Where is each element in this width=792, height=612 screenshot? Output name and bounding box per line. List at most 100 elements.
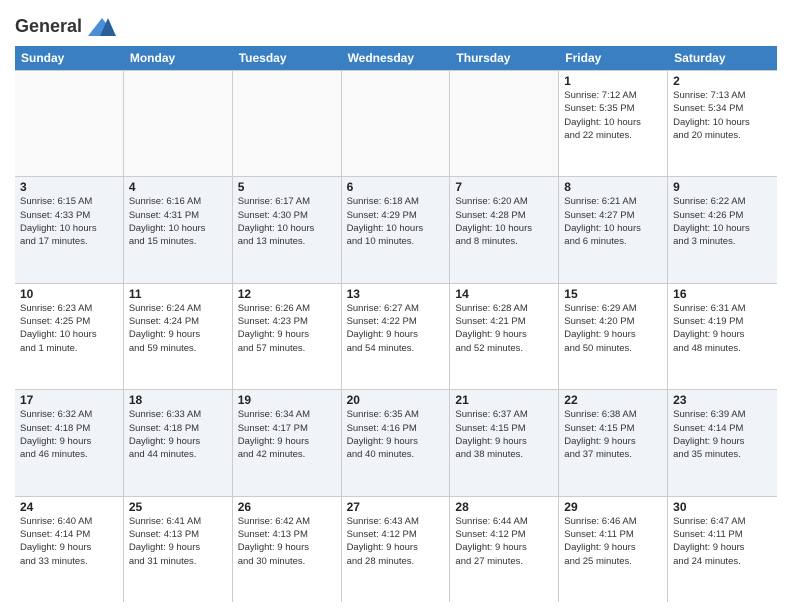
header-day-monday: Monday bbox=[124, 46, 233, 70]
day-number: 17 bbox=[20, 393, 118, 407]
day-info: Sunrise: 7:13 AMSunset: 5:34 PMDaylight:… bbox=[673, 89, 772, 142]
day-cell-26: 26Sunrise: 6:42 AMSunset: 4:13 PMDayligh… bbox=[233, 497, 342, 602]
day-number: 14 bbox=[455, 287, 553, 301]
day-info: Sunrise: 6:20 AMSunset: 4:28 PMDaylight:… bbox=[455, 195, 553, 248]
day-cell-12: 12Sunrise: 6:26 AMSunset: 4:23 PMDayligh… bbox=[233, 284, 342, 389]
empty-cell bbox=[233, 71, 342, 176]
day-info: Sunrise: 6:39 AMSunset: 4:14 PMDaylight:… bbox=[673, 408, 772, 461]
day-cell-21: 21Sunrise: 6:37 AMSunset: 4:15 PMDayligh… bbox=[450, 390, 559, 495]
header-day-sunday: Sunday bbox=[15, 46, 124, 70]
day-number: 2 bbox=[673, 74, 772, 88]
day-cell-9: 9Sunrise: 6:22 AMSunset: 4:26 PMDaylight… bbox=[668, 177, 777, 282]
day-info: Sunrise: 6:46 AMSunset: 4:11 PMDaylight:… bbox=[564, 515, 662, 568]
logo: General bbox=[15, 14, 118, 40]
day-cell-27: 27Sunrise: 6:43 AMSunset: 4:12 PMDayligh… bbox=[342, 497, 451, 602]
day-info: Sunrise: 6:29 AMSunset: 4:20 PMDaylight:… bbox=[564, 302, 662, 355]
day-number: 7 bbox=[455, 180, 553, 194]
day-cell-22: 22Sunrise: 6:38 AMSunset: 4:15 PMDayligh… bbox=[559, 390, 668, 495]
calendar-body: 1Sunrise: 7:12 AMSunset: 5:35 PMDaylight… bbox=[15, 70, 777, 602]
logo-icon bbox=[86, 16, 118, 40]
day-number: 21 bbox=[455, 393, 553, 407]
calendar: SundayMondayTuesdayWednesdayThursdayFrid… bbox=[15, 46, 777, 602]
day-info: Sunrise: 6:33 AMSunset: 4:18 PMDaylight:… bbox=[129, 408, 227, 461]
day-cell-6: 6Sunrise: 6:18 AMSunset: 4:29 PMDaylight… bbox=[342, 177, 451, 282]
day-number: 18 bbox=[129, 393, 227, 407]
day-info: Sunrise: 6:16 AMSunset: 4:31 PMDaylight:… bbox=[129, 195, 227, 248]
day-info: Sunrise: 6:18 AMSunset: 4:29 PMDaylight:… bbox=[347, 195, 445, 248]
day-info: Sunrise: 6:41 AMSunset: 4:13 PMDaylight:… bbox=[129, 515, 227, 568]
day-info: Sunrise: 6:21 AMSunset: 4:27 PMDaylight:… bbox=[564, 195, 662, 248]
day-number: 6 bbox=[347, 180, 445, 194]
day-cell-24: 24Sunrise: 6:40 AMSunset: 4:14 PMDayligh… bbox=[15, 497, 124, 602]
day-cell-14: 14Sunrise: 6:28 AMSunset: 4:21 PMDayligh… bbox=[450, 284, 559, 389]
day-number: 13 bbox=[347, 287, 445, 301]
day-number: 12 bbox=[238, 287, 336, 301]
day-number: 5 bbox=[238, 180, 336, 194]
week-row-5: 24Sunrise: 6:40 AMSunset: 4:14 PMDayligh… bbox=[15, 497, 777, 602]
day-cell-29: 29Sunrise: 6:46 AMSunset: 4:11 PMDayligh… bbox=[559, 497, 668, 602]
empty-cell bbox=[450, 71, 559, 176]
day-cell-20: 20Sunrise: 6:35 AMSunset: 4:16 PMDayligh… bbox=[342, 390, 451, 495]
header: General bbox=[15, 10, 777, 40]
day-info: Sunrise: 6:47 AMSunset: 4:11 PMDaylight:… bbox=[673, 515, 772, 568]
day-info: Sunrise: 6:31 AMSunset: 4:19 PMDaylight:… bbox=[673, 302, 772, 355]
day-info: Sunrise: 6:40 AMSunset: 4:14 PMDaylight:… bbox=[20, 515, 118, 568]
day-number: 15 bbox=[564, 287, 662, 301]
day-number: 10 bbox=[20, 287, 118, 301]
week-row-4: 17Sunrise: 6:32 AMSunset: 4:18 PMDayligh… bbox=[15, 390, 777, 496]
header-day-friday: Friday bbox=[559, 46, 668, 70]
day-cell-19: 19Sunrise: 6:34 AMSunset: 4:17 PMDayligh… bbox=[233, 390, 342, 495]
header-day-saturday: Saturday bbox=[668, 46, 777, 70]
day-cell-3: 3Sunrise: 6:15 AMSunset: 4:33 PMDaylight… bbox=[15, 177, 124, 282]
day-number: 25 bbox=[129, 500, 227, 514]
day-number: 29 bbox=[564, 500, 662, 514]
empty-cell bbox=[15, 71, 124, 176]
day-cell-7: 7Sunrise: 6:20 AMSunset: 4:28 PMDaylight… bbox=[450, 177, 559, 282]
week-row-1: 1Sunrise: 7:12 AMSunset: 5:35 PMDaylight… bbox=[15, 71, 777, 177]
day-cell-25: 25Sunrise: 6:41 AMSunset: 4:13 PMDayligh… bbox=[124, 497, 233, 602]
day-info: Sunrise: 6:27 AMSunset: 4:22 PMDaylight:… bbox=[347, 302, 445, 355]
day-number: 11 bbox=[129, 287, 227, 301]
day-cell-30: 30Sunrise: 6:47 AMSunset: 4:11 PMDayligh… bbox=[668, 497, 777, 602]
day-number: 4 bbox=[129, 180, 227, 194]
day-number: 23 bbox=[673, 393, 772, 407]
header-day-tuesday: Tuesday bbox=[233, 46, 342, 70]
day-cell-17: 17Sunrise: 6:32 AMSunset: 4:18 PMDayligh… bbox=[15, 390, 124, 495]
day-info: Sunrise: 6:34 AMSunset: 4:17 PMDaylight:… bbox=[238, 408, 336, 461]
day-info: Sunrise: 6:35 AMSunset: 4:16 PMDaylight:… bbox=[347, 408, 445, 461]
page: General SundayMondayTuesdayWednesdayThur… bbox=[0, 0, 792, 612]
day-cell-1: 1Sunrise: 7:12 AMSunset: 5:35 PMDaylight… bbox=[559, 71, 668, 176]
week-row-2: 3Sunrise: 6:15 AMSunset: 4:33 PMDaylight… bbox=[15, 177, 777, 283]
day-info: Sunrise: 6:23 AMSunset: 4:25 PMDaylight:… bbox=[20, 302, 118, 355]
day-info: Sunrise: 6:15 AMSunset: 4:33 PMDaylight:… bbox=[20, 195, 118, 248]
header-day-wednesday: Wednesday bbox=[342, 46, 451, 70]
day-cell-18: 18Sunrise: 6:33 AMSunset: 4:18 PMDayligh… bbox=[124, 390, 233, 495]
day-cell-8: 8Sunrise: 6:21 AMSunset: 4:27 PMDaylight… bbox=[559, 177, 668, 282]
day-info: Sunrise: 6:42 AMSunset: 4:13 PMDaylight:… bbox=[238, 515, 336, 568]
day-info: Sunrise: 6:24 AMSunset: 4:24 PMDaylight:… bbox=[129, 302, 227, 355]
day-number: 3 bbox=[20, 180, 118, 194]
day-number: 1 bbox=[564, 74, 662, 88]
week-row-3: 10Sunrise: 6:23 AMSunset: 4:25 PMDayligh… bbox=[15, 284, 777, 390]
day-number: 28 bbox=[455, 500, 553, 514]
day-number: 19 bbox=[238, 393, 336, 407]
day-info: Sunrise: 6:22 AMSunset: 4:26 PMDaylight:… bbox=[673, 195, 772, 248]
day-number: 16 bbox=[673, 287, 772, 301]
day-info: Sunrise: 6:32 AMSunset: 4:18 PMDaylight:… bbox=[20, 408, 118, 461]
day-number: 20 bbox=[347, 393, 445, 407]
day-info: Sunrise: 6:37 AMSunset: 4:15 PMDaylight:… bbox=[455, 408, 553, 461]
empty-cell bbox=[124, 71, 233, 176]
day-number: 8 bbox=[564, 180, 662, 194]
day-number: 30 bbox=[673, 500, 772, 514]
day-info: Sunrise: 6:43 AMSunset: 4:12 PMDaylight:… bbox=[347, 515, 445, 568]
day-info: Sunrise: 7:12 AMSunset: 5:35 PMDaylight:… bbox=[564, 89, 662, 142]
day-number: 9 bbox=[673, 180, 772, 194]
calendar-header: SundayMondayTuesdayWednesdayThursdayFrid… bbox=[15, 46, 777, 70]
day-number: 24 bbox=[20, 500, 118, 514]
logo-text: General bbox=[15, 14, 118, 40]
day-info: Sunrise: 6:28 AMSunset: 4:21 PMDaylight:… bbox=[455, 302, 553, 355]
day-cell-28: 28Sunrise: 6:44 AMSunset: 4:12 PMDayligh… bbox=[450, 497, 559, 602]
day-cell-11: 11Sunrise: 6:24 AMSunset: 4:24 PMDayligh… bbox=[124, 284, 233, 389]
day-info: Sunrise: 6:26 AMSunset: 4:23 PMDaylight:… bbox=[238, 302, 336, 355]
day-number: 27 bbox=[347, 500, 445, 514]
